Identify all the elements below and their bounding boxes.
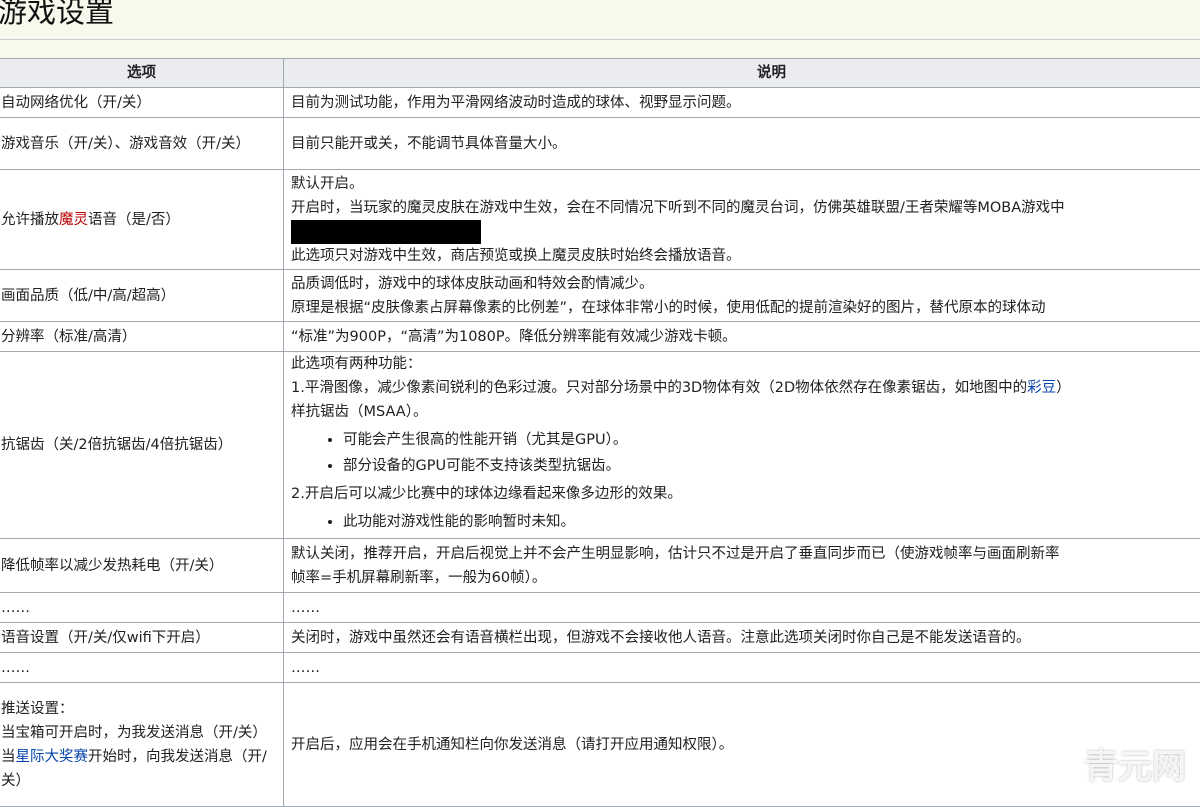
star-grand-prix-link[interactable]: 星际大奖赛: [16, 749, 89, 765]
option-cell: 语音设置（开/关/仅wifi下开启）: [0, 623, 284, 653]
description-line: 1.平滑图像，减少像素间锐利的色彩过渡。只对部分场景中的3D物体有效（2D物体依…: [291, 376, 1200, 400]
bullet-list: 可能会产生很高的性能开销（尤其是GPU）。 部分设备的GPU可能不支持该类型抗锯…: [291, 427, 1200, 479]
table-row: 分辨率（标准/高清） “标准”为900P，“高清”为1080P。降低分辨率能有效…: [0, 322, 1200, 352]
description-cell: ……: [284, 653, 1200, 683]
description-line: 帧率=手机屏幕刷新率，一般为60帧）。: [291, 566, 1200, 590]
table-row: …… ……: [0, 593, 1200, 623]
option-text-pre: 当: [1, 749, 16, 765]
option-text: 当星际大奖赛开始时，向我发送消息（开/关）: [1, 745, 283, 793]
option-cell: 画面品质（低/中/高/超高）: [0, 270, 284, 322]
description-line: 样抗锯齿（MSAA）。: [291, 400, 1200, 424]
option-cell: 分辨率（标准/高清）: [0, 322, 284, 352]
table-row: 画面品质（低/中/高/超高） 品质调低时，游戏中的球体皮肤动画和特效会酌情减少。…: [0, 270, 1200, 322]
option-line: 推送设置：: [1, 697, 283, 721]
description-cell: 关闭时，游戏中虽然还会有语音横栏出现，但游戏不会接收他人语音。注意此选项关闭时你…: [284, 623, 1200, 653]
table-header-row: 选项 说明: [0, 59, 1200, 88]
description-cell: 默认关闭，推荐开启，开启后视觉上并不会产生明显影响，估计只不过是开启了垂直同步而…: [284, 539, 1200, 593]
description-cell: 目前只能开或关，不能调节具体音量大小。: [284, 118, 1200, 170]
search-q-icon: [1034, 742, 1078, 786]
table-row: 游戏音乐（开/关）、游戏音效（开/关） 目前只能开或关，不能调节具体音量大小。: [0, 118, 1200, 170]
description-text: ）: [1056, 380, 1071, 396]
option-cell: 允许播放魔灵语音（是/否）: [0, 170, 284, 270]
column-header-description: 说明: [284, 59, 1200, 88]
description-line: 默认关闭，推荐开启，开启后视觉上并不会产生明显影响，估计只不过是开启了垂直同步而…: [291, 542, 1200, 566]
table-row: 抗锯齿（关/2倍抗锯齿/4倍抗锯齿） 此选项有两种功能： 1.平滑图像，减少像素…: [0, 352, 1200, 539]
option-cell: ……: [0, 593, 284, 623]
table-row: 允许播放魔灵语音（是/否） 默认开启。 开启时，当玩家的魔灵皮肤在游戏中生效，会…: [0, 170, 1200, 270]
description-text: 1.平滑图像，减少像素间锐利的色彩过渡。只对部分场景中的3D物体有效（2D物体依…: [291, 380, 1027, 396]
spirit-link[interactable]: 魔灵: [59, 212, 88, 228]
page-title: 游戏设置: [0, 0, 114, 34]
description-line: 此选项有两种功能：: [291, 352, 1200, 376]
redacted-block: [291, 220, 481, 244]
table-row: 推送设置： 当宝箱可开启时，为我发送消息（开/关） 当星际大奖赛开始时，向我发送…: [0, 683, 1200, 807]
description-line: 开启时，当玩家的魔灵皮肤在游戏中生效，会在不同情况下听到不同的魔灵台词，仿佛英雄…: [291, 196, 1200, 220]
color-bean-link[interactable]: 彩豆: [1027, 380, 1056, 396]
description-line: 原理是根据“皮肤像素占屏幕像素的比例差”，在球体非常小的时候，使用低配的提前渲染…: [291, 296, 1200, 320]
list-item: 此功能对游戏性能的影响暂时未知。: [343, 509, 1200, 535]
watermark-text: 青元网: [1084, 739, 1186, 788]
description-line: 2.开启后可以减少比赛中的球体边缘看起来像多边形的效果。: [291, 482, 1200, 506]
settings-table: 选项 说明 自动网络优化（开/关） 目前为测试功能，作用为平滑网络波动时造成的球…: [0, 58, 1200, 807]
description-cell: 此选项有两种功能： 1.平滑图像，减少像素间锐利的色彩过渡。只对部分场景中的3D…: [284, 352, 1200, 539]
table-row: 自动网络优化（开/关） 目前为测试功能，作用为平滑网络波动时造成的球体、视野显示…: [0, 88, 1200, 118]
description-cell: 默认开启。 开启时，当玩家的魔灵皮肤在游戏中生效，会在不同情况下听到不同的魔灵台…: [284, 170, 1200, 270]
site-watermark: 青元网: [1034, 739, 1186, 788]
option-cell: 推送设置： 当宝箱可开启时，为我发送消息（开/关） 当星际大奖赛开始时，向我发送…: [0, 683, 284, 807]
description-line: 此选项只对游戏中生效，商店预览或换上魔灵皮肤时始终会播放语音。: [291, 244, 1200, 268]
description-cell: ……: [284, 593, 1200, 623]
list-item: 可能会产生很高的性能开销（尤其是GPU）。: [343, 427, 1200, 453]
column-header-option: 选项: [0, 59, 284, 88]
description-cell: 品质调低时，游戏中的球体皮肤动画和特效会酌情减少。 原理是根据“皮肤像素占屏幕像…: [284, 270, 1200, 322]
option-cell: 降低帧率以减少发热耗电（开/关）: [0, 539, 284, 593]
description-line: 默认开启。: [291, 172, 1200, 196]
option-cell: ……: [0, 653, 284, 683]
option-cell: 抗锯齿（关/2倍抗锯齿/4倍抗锯齿）: [0, 352, 284, 539]
description-cell: “标准”为900P，“高清”为1080P。降低分辨率能有效减少游戏卡顿。: [284, 322, 1200, 352]
list-item: 部分设备的GPU可能不支持该类型抗锯齿。: [343, 453, 1200, 479]
bullet-list: 此功能对游戏性能的影响暂时未知。: [291, 509, 1200, 535]
option-text: 语音（是/否）: [88, 212, 180, 228]
description-line: 品质调低时，游戏中的球体皮肤动画和特效会酌情减少。: [291, 272, 1200, 296]
table-row: 降低帧率以减少发热耗电（开/关） 默认关闭，推荐开启，开启后视觉上并不会产生明显…: [0, 539, 1200, 593]
table-row: …… ……: [0, 653, 1200, 683]
title-divider: [0, 39, 1200, 40]
option-cell: 自动网络优化（开/关）: [0, 88, 284, 118]
option-text: 允许播放: [1, 212, 59, 228]
option-text: 当宝箱可开启时，为我发送消息（开/关）: [1, 721, 283, 745]
description-cell: 目前为测试功能，作用为平滑网络波动时造成的球体、视野显示问题。: [284, 88, 1200, 118]
option-cell: 游戏音乐（开/关）、游戏音效（开/关）: [0, 118, 284, 170]
table-row: 语音设置（开/关/仅wifi下开启） 关闭时，游戏中虽然还会有语音横栏出现，但游…: [0, 623, 1200, 653]
